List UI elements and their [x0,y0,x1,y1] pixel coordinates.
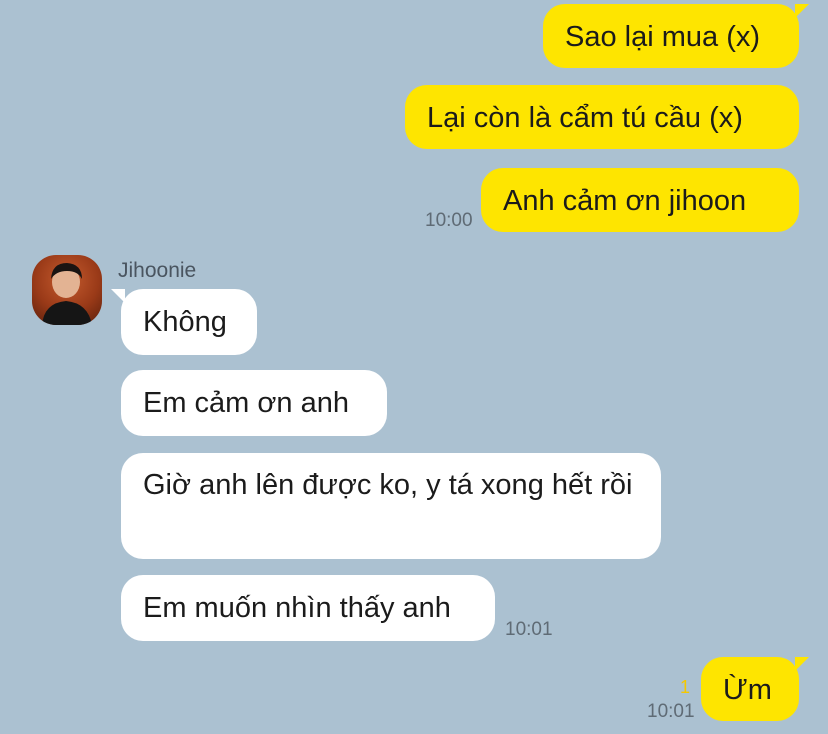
message-bubble-incoming[interactable]: Em muốn nhìn thấy anh [121,575,495,641]
message-text: Em cảm ơn anh [143,387,349,419]
message-text: Ừm [723,674,772,706]
unread-count: 1 [680,677,691,697]
message-text: Anh cảm ơn jihoon [503,185,747,217]
message-timestamp: 10:00 [425,210,473,231]
message-text: Giờ anh lên được ko, y tá xong hết rồi [143,469,633,501]
message-timestamp: 10:01 [505,619,553,640]
chat-area[interactable]: Sao lại mua (x) Lại còn là cẩm tú cầu (x… [0,0,828,734]
message-bubble-outgoing[interactable]: Sao lại mua (x) [543,4,809,68]
message-timestamp: 10:01 [647,701,695,722]
message-text: Không [143,306,227,338]
avatar[interactable] [32,255,102,325]
message-bubble-incoming[interactable]: Giờ anh lên được ko, y tá xong hết rồi [121,453,661,559]
message-text: Em muốn nhìn thấy anh [143,592,451,624]
message-bubble-incoming[interactable]: Em cảm ơn anh [121,370,387,436]
message-bubble-incoming[interactable]: Không [111,289,257,355]
message-text: Sao lại mua (x) [565,21,761,53]
message-bubble-outgoing[interactable]: Lại còn là cẩm tú cầu (x) [405,85,799,149]
message-bubble-outgoing[interactable]: Ừm [701,657,809,721]
message-bubble-outgoing[interactable]: Anh cảm ơn jihoon [481,168,799,232]
contact-name: Jihoonie [118,259,197,282]
message-text: Lại còn là cẩm tú cầu (x) [427,102,743,134]
profile-photo [42,263,92,325]
